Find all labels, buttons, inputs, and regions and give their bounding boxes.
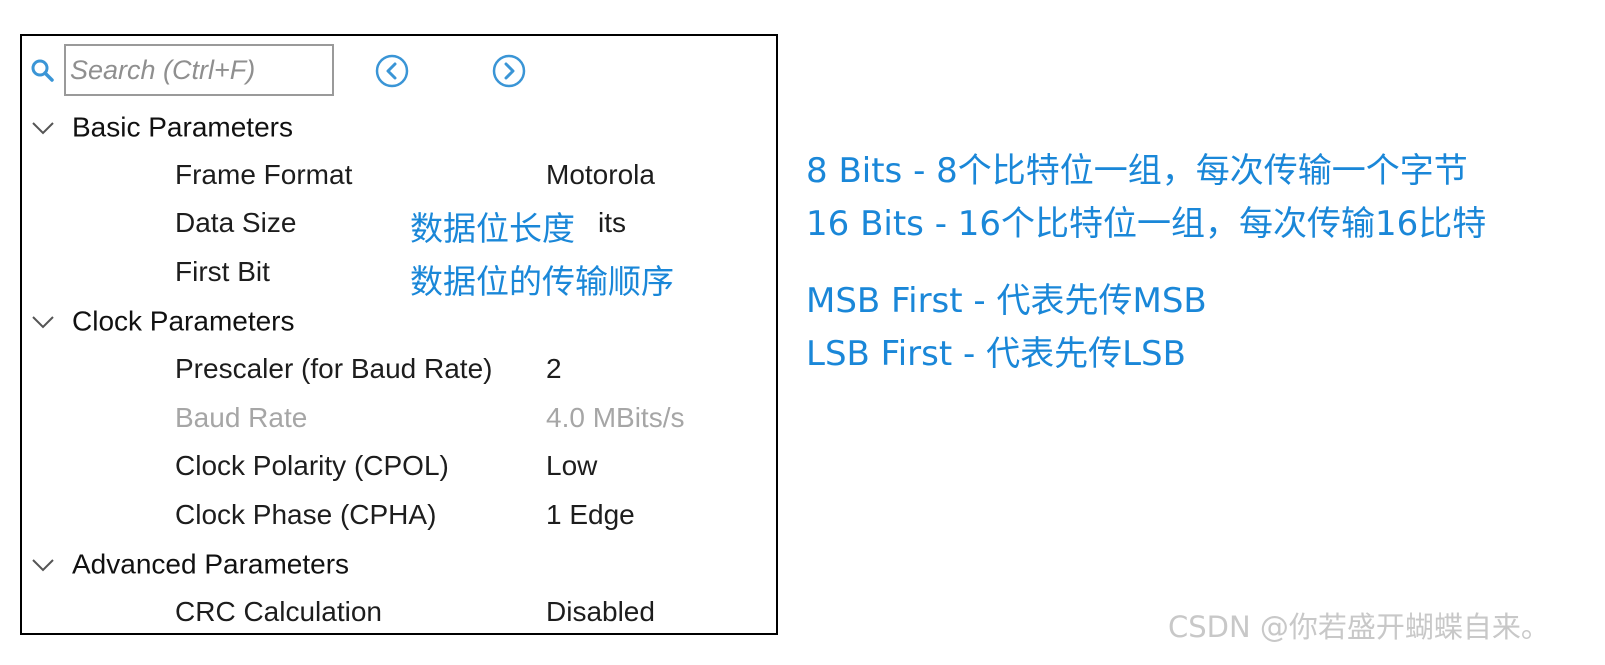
section-label: Clock Parameters bbox=[72, 305, 295, 337]
parameter-settings-panel: Search (Ctrl+F) Basic Parameters Frame F… bbox=[20, 34, 778, 635]
param-row-crc-calculation[interactable]: CRC Calculation Disabled bbox=[22, 596, 776, 636]
param-name: Clock Phase (CPHA) bbox=[175, 499, 437, 530]
previous-match-button[interactable] bbox=[374, 53, 410, 89]
note-16-bits: 16 Bits - 16个比特位一组，每次传输16比特 bbox=[806, 204, 1487, 244]
param-name: CRC Calculation bbox=[175, 596, 382, 627]
section-label: Advanced Parameters bbox=[72, 548, 350, 580]
search-icon[interactable] bbox=[30, 58, 54, 82]
param-row-cpha[interactable]: Clock Phase (CPHA) 1 Edge bbox=[22, 499, 776, 539]
param-value[interactable]: Low bbox=[546, 450, 597, 482]
param-value-partial[interactable]: its bbox=[598, 207, 626, 239]
note-8-bits: 8 Bits - 8个比特位一组，每次传输一个字节 bbox=[806, 151, 1468, 191]
section-advanced-parameters[interactable]: Advanced Parameters bbox=[30, 547, 349, 587]
chevron-down-icon[interactable] bbox=[30, 557, 58, 573]
circle-chevron-left-icon bbox=[375, 54, 409, 88]
annotation-data-size: 数据位长度 bbox=[410, 202, 575, 250]
param-name: Baud Rate bbox=[175, 402, 308, 433]
next-match-button[interactable] bbox=[491, 53, 527, 89]
param-value[interactable]: 2 bbox=[546, 353, 562, 385]
param-row-data-size[interactable]: Data Size its bbox=[22, 207, 776, 247]
param-value[interactable]: 1 Edge bbox=[546, 499, 635, 531]
watermark: CSDN @你若盛开蝴蝶自来。 bbox=[1168, 610, 1550, 644]
chevron-down-icon[interactable] bbox=[30, 314, 58, 330]
note-lsb-first: LSB First - 代表先传LSB bbox=[806, 334, 1186, 374]
section-label: Basic Parameters bbox=[72, 111, 293, 143]
param-row-baud-rate: Baud Rate 4.0 MBits/s bbox=[22, 402, 776, 442]
chevron-down-icon[interactable] bbox=[30, 120, 58, 136]
param-name: Data Size bbox=[175, 207, 297, 238]
param-name: Clock Polarity (CPOL) bbox=[175, 450, 449, 481]
param-name: Prescaler (for Baud Rate) bbox=[175, 353, 493, 384]
note-msb-first: MSB First - 代表先传MSB bbox=[806, 281, 1207, 321]
search-input[interactable]: Search (Ctrl+F) bbox=[64, 44, 334, 96]
param-row-frame-format[interactable]: Frame Format Motorola bbox=[22, 159, 776, 199]
annotation-first-bit: 数据位的传输顺序 bbox=[410, 255, 674, 303]
circle-chevron-right-icon bbox=[492, 54, 526, 88]
section-clock-parameters[interactable]: Clock Parameters bbox=[30, 304, 295, 344]
param-value[interactable]: Motorola bbox=[546, 159, 655, 191]
section-basic-parameters[interactable]: Basic Parameters bbox=[30, 110, 293, 150]
param-name: First Bit bbox=[175, 256, 270, 287]
param-row-cpol[interactable]: Clock Polarity (CPOL) Low bbox=[22, 450, 776, 490]
param-name: Frame Format bbox=[175, 159, 353, 190]
param-value[interactable]: Disabled bbox=[546, 596, 655, 628]
param-row-prescaler[interactable]: Prescaler (for Baud Rate) 2 bbox=[22, 353, 776, 393]
param-value: 4.0 MBits/s bbox=[546, 402, 685, 433]
